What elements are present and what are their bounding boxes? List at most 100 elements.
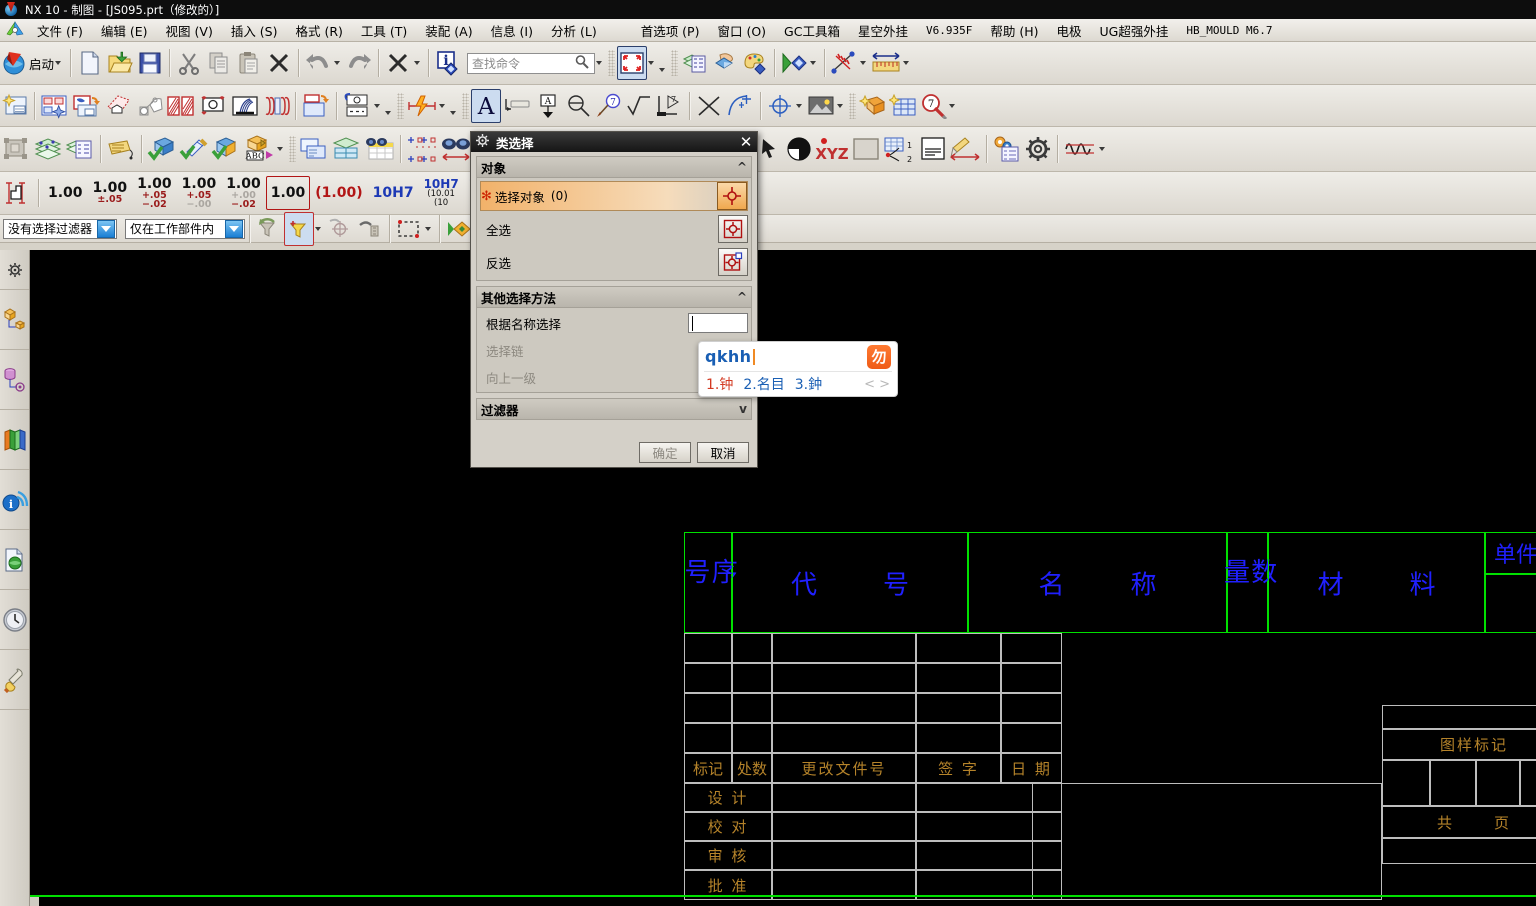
- filter-chevron-icon[interactable]: [315, 226, 321, 231]
- save-button[interactable]: [135, 46, 165, 80]
- layers-button[interactable]: [32, 132, 64, 166]
- erase-chevron-down-icon[interactable]: [414, 61, 421, 65]
- datum-target-button[interactable]: 7: [653, 89, 685, 123]
- search-command-box[interactable]: 查找命令: [467, 52, 596, 74]
- menu-edit[interactable]: 编辑 (E): [92, 19, 157, 42]
- chevron-down-icon[interactable]: [97, 219, 115, 238]
- check-tool-button[interactable]: [178, 132, 210, 166]
- ime-candidate-3[interactable]: 3.鈡: [795, 374, 822, 394]
- dock-role[interactable]: [0, 650, 29, 710]
- menu-assemblies[interactable]: 装配 (A): [416, 19, 481, 42]
- center-chevron-icon[interactable]: [796, 103, 802, 108]
- group-header-other-methods[interactable]: 其他选择方法 ^: [476, 286, 752, 308]
- dimension-chevron-icon[interactable]: [374, 103, 380, 108]
- tol-basic-button[interactable]: 1.00: [265, 176, 311, 210]
- quick-dimension-button[interactable]: [341, 89, 373, 123]
- close-icon[interactable]: ✕: [737, 133, 755, 151]
- toolbar-grip[interactable]: [671, 50, 679, 76]
- dock-reuse-library[interactable]: [0, 410, 29, 470]
- lightning-dim-button[interactable]: [406, 89, 438, 123]
- gears-list-button[interactable]: [991, 132, 1023, 166]
- rect-select-button[interactable]: [394, 212, 424, 246]
- label-button[interactable]: [501, 89, 533, 123]
- menu-tools[interactable]: 工具 (T): [352, 19, 416, 42]
- base-view-button[interactable]: [39, 89, 71, 123]
- break-view-button[interactable]: [229, 89, 261, 123]
- abc-cube-button[interactable]: ABC: [242, 132, 276, 166]
- centerline-button[interactable]: [694, 89, 724, 123]
- snap-settings-button[interactable]: [355, 212, 385, 246]
- lightning-chevron-icon-2[interactable]: [450, 110, 456, 115]
- table-edit-button[interactable]: 7: [918, 89, 948, 123]
- move-object-button[interactable]: [710, 46, 740, 80]
- menu-ug-super-addin[interactable]: UG超强外挂: [1091, 19, 1178, 42]
- chevron-up-icon[interactable]: ^: [737, 290, 747, 304]
- chevron-down-icon[interactable]: [55, 61, 62, 65]
- spring-button[interactable]: [1062, 132, 1098, 166]
- ime-candidate-2[interactable]: 2.名目: [743, 374, 784, 394]
- check-block-button[interactable]: [146, 132, 178, 166]
- measure-distance-button[interactable]: [870, 46, 902, 80]
- select-object-row[interactable]: ✻ 选择对象 (0): [480, 181, 748, 211]
- revolved-section-button[interactable]: [197, 89, 229, 123]
- ime-candidate-window[interactable]: qkhh 勿 1.钟 2.名目 3.鈡 < >: [698, 341, 898, 397]
- menu-analysis[interactable]: 分析 (L): [542, 19, 606, 42]
- detail-view-button[interactable]: [103, 89, 135, 123]
- open-folder-button[interactable]: [105, 46, 135, 80]
- select-by-name-row[interactable]: 根据名称选择: [480, 311, 748, 335]
- tol-plus-zero-button[interactable]: 1.00 +.05 −.00: [177, 176, 222, 210]
- dock-part-navigator[interactable]: [0, 350, 29, 410]
- table-note-button[interactable]: [858, 89, 888, 123]
- select-all-row[interactable]: 全选: [480, 214, 748, 244]
- invert-selection-row[interactable]: 反选: [480, 247, 748, 277]
- menu-help[interactable]: 帮助 (H): [981, 19, 1047, 42]
- fit-chevron-down-icon-2[interactable]: [659, 68, 666, 72]
- spring-chevron-icon[interactable]: [1099, 147, 1105, 151]
- cancel-button[interactable]: 取消: [697, 442, 749, 463]
- tol-reference-button[interactable]: (1.00): [310, 176, 367, 210]
- chevron-down-icon[interactable]: v: [739, 402, 747, 416]
- projected-view-button[interactable]: [71, 89, 103, 123]
- menu-file[interactable]: 文件 (F): [28, 19, 92, 42]
- view-boundary-button[interactable]: [261, 89, 291, 123]
- paste-button[interactable]: [234, 46, 264, 80]
- grid-pattern-button[interactable]: [405, 132, 439, 166]
- balloon-button[interactable]: A: [533, 89, 563, 123]
- dock-hd3d-tools[interactable]: i: [0, 470, 29, 530]
- tol-fit-limits-1-button[interactable]: 10H7 (10.01 (10: [419, 176, 464, 210]
- dock-assembly-navigator[interactable]: [0, 290, 29, 350]
- filter-back-button[interactable]: [254, 212, 284, 246]
- class-selection-dialog[interactable]: 类选择 ✕ 对象 ^ ✻ 选择对象 (0) 全选 反选 其他选择方法 ^ 根据名…: [470, 131, 758, 468]
- tol-bilateral-button[interactable]: 1.00 ±.05: [88, 176, 133, 210]
- menu-gc-toolbox[interactable]: GC工具箱: [775, 19, 849, 42]
- rectangle-button[interactable]: [850, 132, 882, 166]
- undo-chevron-down-icon[interactable]: [334, 61, 341, 65]
- fit-chevron-down-icon[interactable]: [648, 61, 655, 65]
- toolbar-grip[interactable]: [462, 92, 469, 119]
- dock-history[interactable]: [0, 590, 29, 650]
- select-crosshair-icon[interactable]: [717, 182, 747, 210]
- search-chevron-down-icon[interactable]: [596, 61, 603, 65]
- dimension-chevron-icon-2[interactable]: [385, 110, 391, 115]
- search-icon[interactable]: [574, 54, 590, 73]
- rect-select-chevron-icon[interactable]: [425, 226, 431, 231]
- menu-hb-mould[interactable]: HB_MOULD M6.7: [1177, 22, 1281, 39]
- select-by-name-input[interactable]: [688, 313, 748, 333]
- check-body-button[interactable]: [210, 132, 242, 166]
- copy-button[interactable]: [204, 46, 234, 80]
- chevron-down-icon[interactable]: [225, 219, 243, 238]
- show-hide-button[interactable]: [779, 46, 809, 80]
- dialog-title-bar[interactable]: 类选择 ✕: [471, 132, 757, 152]
- parts-list-button[interactable]: [888, 89, 918, 123]
- view-create-button[interactable]: [298, 132, 330, 166]
- selection-scope-button[interactable]: [0, 132, 32, 166]
- table-chevron-icon[interactable]: [949, 103, 955, 108]
- group-header-filter[interactable]: 过滤器 v: [476, 398, 752, 420]
- horizontal-scrollbar[interactable]: [30, 897, 39, 906]
- half-section-button[interactable]: [165, 89, 197, 123]
- abc-chevron-icon[interactable]: [277, 147, 283, 151]
- center-mark-button[interactable]: [724, 89, 756, 123]
- ok-button[interactable]: 确定: [639, 442, 691, 463]
- new-sheet-button[interactable]: [0, 89, 30, 123]
- surface-finish-button[interactable]: 7: [593, 89, 623, 123]
